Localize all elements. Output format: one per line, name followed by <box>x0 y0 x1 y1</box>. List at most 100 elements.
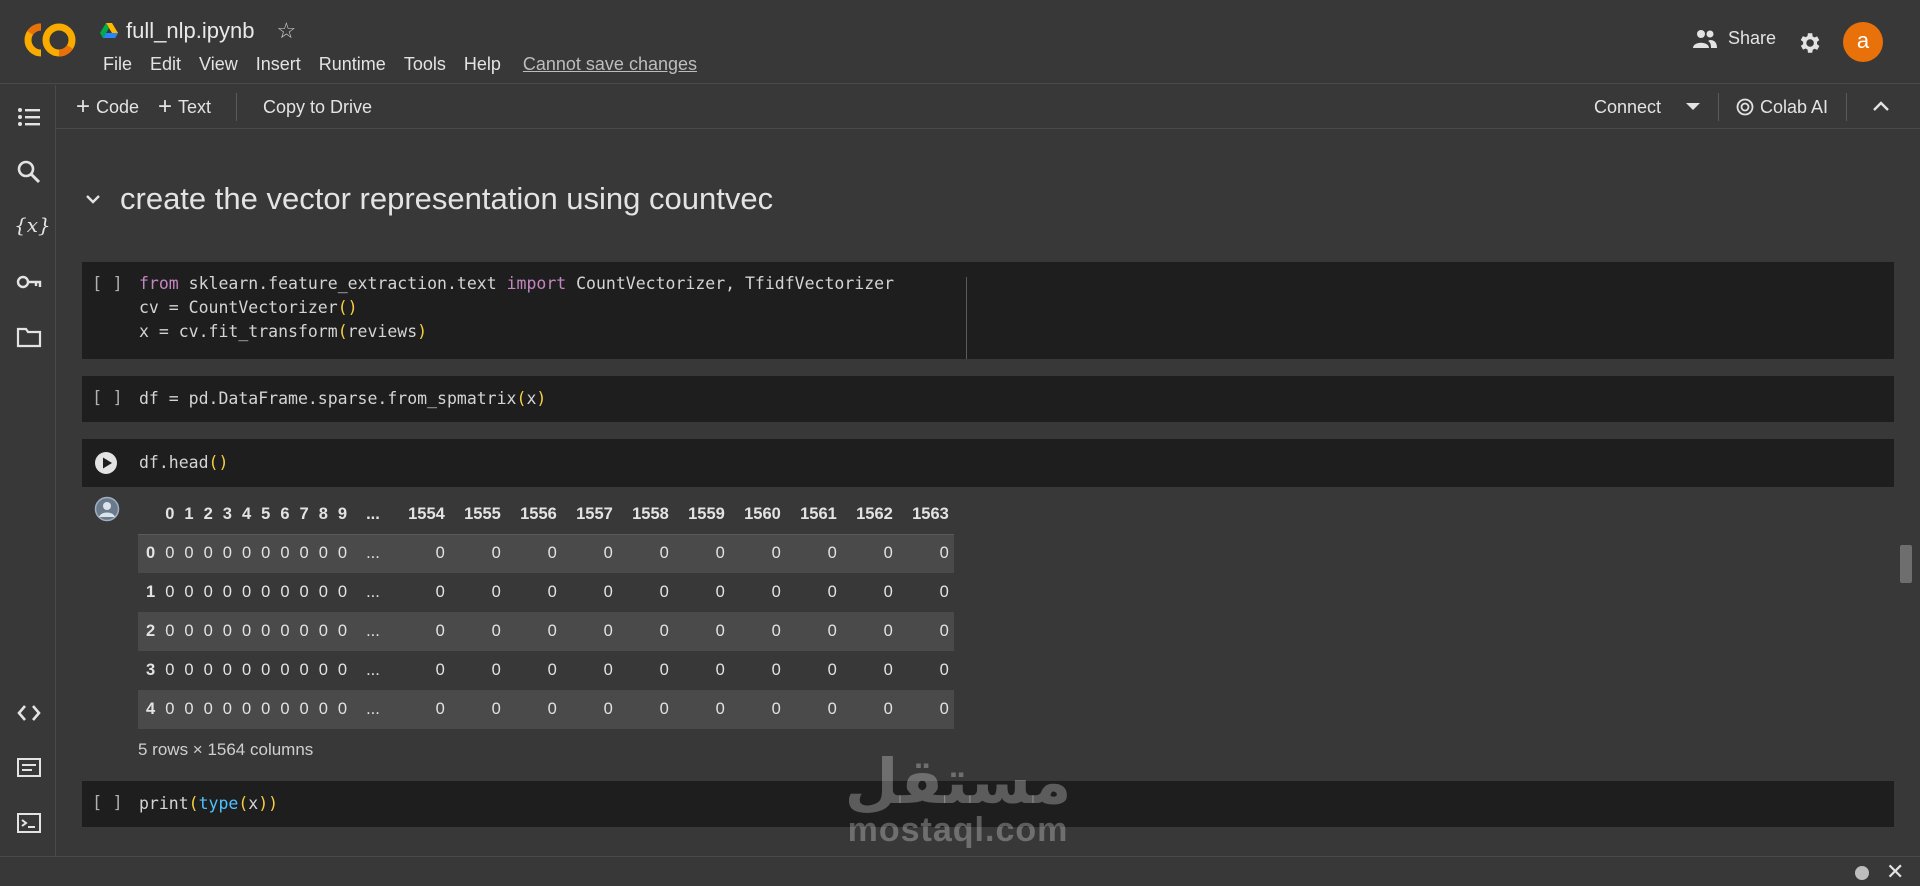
cell-run-bracket[interactable]: [ ] <box>92 388 123 408</box>
table-cell: 0 <box>827 700 837 718</box>
code-editor[interactable]: df.head() <box>139 451 228 475</box>
output-user-icon[interactable] <box>94 496 120 522</box>
menu-bar: File Edit View Insert Runtime Tools Help… <box>94 52 706 76</box>
cell-run-bracket[interactable]: [ ] <box>92 793 123 813</box>
collapse-header-icon[interactable] <box>1872 100 1890 112</box>
code-cell-3[interactable]: df.head() <box>82 439 1894 487</box>
table-body: 0 0 0 0 0 0 0 0 0 0 0... 0 0 0 0 0 0 0 0 0 0 1 0 0 0 0 0 0 0 0 0 0... 0 0… <box>138 534 954 729</box>
notebook-toolbar: + Code + Text Copy to Drive Connect Cola… <box>56 85 1920 129</box>
command-palette-icon[interactable] <box>16 755 42 781</box>
code-snippets-icon[interactable] <box>16 700 42 726</box>
table-cell: 0 <box>715 622 725 640</box>
menu-runtime[interactable]: Runtime <box>310 52 395 76</box>
column-header: 3 <box>222 505 232 524</box>
cannot-save-link[interactable]: Cannot save changes <box>514 52 706 76</box>
table-cell: 0 <box>435 661 445 679</box>
table-of-contents-icon[interactable] <box>16 104 42 130</box>
menu-file[interactable]: File <box>94 52 141 76</box>
table-row: 3 0 0 0 0 0 0 0 0 0 0... 0 0 0 0 0 0 0 0 0 0 <box>138 651 954 690</box>
table-cell: 0 <box>222 661 232 679</box>
table-cell: 0 <box>939 583 949 601</box>
table-cell: 0 <box>337 622 348 640</box>
plus-icon: + <box>76 93 91 120</box>
status-bar: ✕ <box>0 856 1920 886</box>
table-cell: 0 <box>165 583 175 601</box>
table-cell: 0 <box>715 661 725 679</box>
menu-edit[interactable]: Edit <box>141 52 190 76</box>
code-editor[interactable]: print(type(x)) <box>139 792 278 816</box>
table-cell: 0 <box>771 544 781 563</box>
code-editor[interactable]: df = pd.DataFrame.sparse.from_spmatrix(x… <box>139 387 546 411</box>
scrollbar-thumb[interactable] <box>1900 545 1912 583</box>
menu-view[interactable]: View <box>190 52 247 76</box>
add-code-label: Code <box>96 96 140 117</box>
files-folder-icon[interactable] <box>16 324 42 350</box>
table-cell: 0 <box>318 700 328 718</box>
settings-gear-icon[interactable] <box>1796 30 1822 56</box>
code-editor[interactable]: from sklearn.feature_extraction.text imp… <box>139 272 894 344</box>
row-index: 4 <box>146 700 156 718</box>
menu-help[interactable]: Help <box>455 52 510 76</box>
row-index: 1 <box>146 583 156 601</box>
code-line: cv = CountVectorizer() <box>139 298 358 317</box>
secrets-key-icon[interactable] <box>16 269 42 295</box>
toolbar-divider <box>1718 93 1719 121</box>
connect-button[interactable]: Connect <box>1594 85 1661 129</box>
code-cell-2[interactable]: [ ] df = pd.DataFrame.sparse.from_spmatr… <box>82 376 1894 422</box>
table-cell: 0 <box>203 544 213 563</box>
column-header: 0 <box>165 505 175 524</box>
dataframe-table: 0 1 2 3 4 5 6 7 8 9 ... 1554 1555 1556 1… <box>138 496 954 729</box>
ellipsis-cell: ... <box>366 622 380 640</box>
chevron-down-icon[interactable] <box>84 193 102 205</box>
colab-logo-icon[interactable] <box>22 21 78 59</box>
search-icon[interactable] <box>16 159 42 185</box>
code-line: from sklearn.feature_extraction.text imp… <box>139 274 895 293</box>
menu-tools[interactable]: Tools <box>395 52 455 76</box>
watermark-latin: mostaql.com <box>847 811 1069 849</box>
table-cell: 0 <box>337 661 348 679</box>
table-row: 0 0 0 0 0 0 0 0 0 0 0... 0 0 0 0 0 0 0 0 0 0 <box>138 534 954 573</box>
variables-icon[interactable]: {x} <box>14 213 51 239</box>
people-icon <box>1693 29 1717 48</box>
table-cell: 0 <box>280 661 290 679</box>
share-label: Share <box>1728 28 1777 48</box>
column-header: 9 <box>337 505 348 524</box>
table-cell: 0 <box>715 544 725 563</box>
code-cell-1[interactable]: [ ] from sklearn.feature_extraction.text… <box>82 262 1894 359</box>
table-cell: 0 <box>827 583 837 601</box>
add-code-button[interactable]: + Code <box>76 85 139 129</box>
table-row: 1 0 0 0 0 0 0 0 0 0 0... 0 0 0 0 0 0 0 0 0 0 <box>138 573 954 612</box>
cell-run-bracket[interactable]: [ ] <box>92 274 123 294</box>
table-cell: 0 <box>547 700 557 718</box>
share-button[interactable]: Share <box>1692 28 1776 49</box>
table-cell: 0 <box>299 661 309 679</box>
connect-dropdown-icon[interactable] <box>1686 102 1700 112</box>
star-icon[interactable]: ☆ <box>276 18 296 44</box>
column-header: 1 <box>184 505 194 524</box>
column-header: 1562 <box>856 505 893 524</box>
table-cell: 0 <box>241 583 252 601</box>
table-cell: 0 <box>547 544 557 563</box>
menu-insert[interactable]: Insert <box>247 52 310 76</box>
table-cell: 0 <box>771 700 781 718</box>
paren: ) <box>536 389 547 408</box>
table-cell: 0 <box>165 700 175 718</box>
close-icon[interactable]: ✕ <box>1886 859 1904 885</box>
table-cell: 0 <box>241 700 252 718</box>
column-header: 7 <box>299 505 309 524</box>
table-cell: 0 <box>715 700 725 718</box>
column-header: 1558 <box>632 505 669 524</box>
row-index: 0 <box>146 544 156 563</box>
copy-to-drive-button[interactable]: Copy to Drive <box>263 85 372 129</box>
table-cell: 0 <box>261 700 271 718</box>
user-avatar[interactable]: a <box>1843 22 1883 62</box>
table-cell: 0 <box>222 583 232 601</box>
ellipsis-header: ... <box>366 505 380 524</box>
terminal-icon[interactable] <box>16 810 42 836</box>
run-cell-play-icon[interactable] <box>94 451 118 475</box>
notebook-name[interactable]: full_nlp.ipynb <box>126 18 254 44</box>
colab-ai-button[interactable]: Colab AI <box>1736 85 1828 129</box>
table-cell: 0 <box>241 622 252 640</box>
status-indicator[interactable] <box>1855 866 1869 880</box>
add-text-button[interactable]: + Text <box>158 85 211 129</box>
